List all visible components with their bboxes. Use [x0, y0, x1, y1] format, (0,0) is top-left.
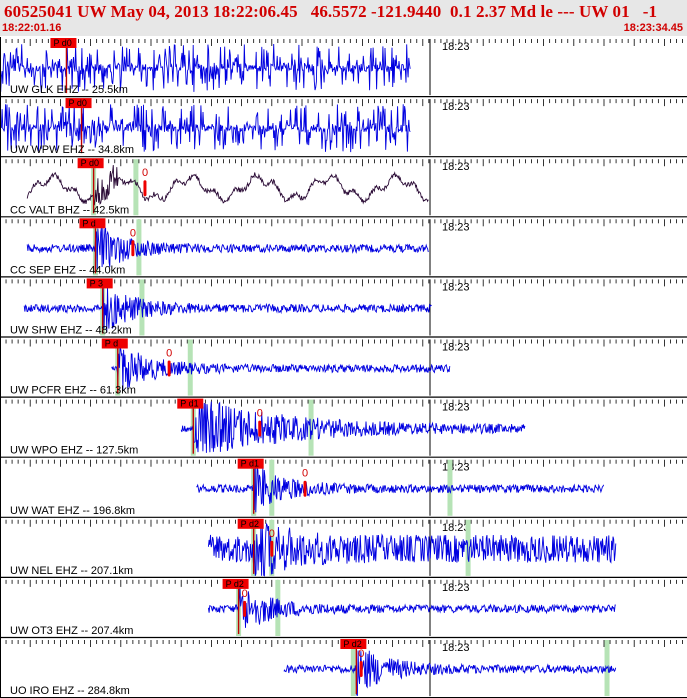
minute-label: 18:23: [442, 342, 470, 354]
s-pick-marker[interactable]: [131, 240, 135, 257]
minute-label: 18:23: [442, 582, 470, 594]
s-pick-label: 0: [130, 227, 136, 239]
station-label: UW NEL EHZ -- 207.1km: [10, 565, 133, 577]
minute-label: 18:23: [442, 41, 470, 53]
station-label: UW OT3 EHZ -- 207.4km: [10, 625, 133, 637]
p-pick-label: P d0: [81, 158, 99, 168]
seismogram-plot[interactable]: 18:23P d0UW GLK EHZ -- 25.5km18:23P d0UW…: [0, 37, 687, 698]
s-pick-marker[interactable]: [243, 600, 247, 617]
minute-label: 18:23: [442, 161, 470, 173]
p-pick-label: P d0: [69, 98, 87, 108]
station-label: UW WAT EHZ -- 196.8km: [10, 505, 135, 517]
trace-row[interactable]: 18:23P d20UW OT3 EHZ -- 207.4km: [0, 578, 687, 639]
trace-row[interactable]: 18:23 P d2 0 UW NEL EHZ -- 207.1km: [0, 518, 687, 579]
s-pick-label: 0: [242, 588, 248, 600]
trace-row[interactable]: 18:23 P d0 UW WPW EHZ -- 34.8km: [0, 98, 687, 158]
p-pick-label: P 3: [90, 278, 103, 288]
s-pick-marker[interactable]: [258, 420, 262, 437]
trace-row[interactable]: 18:23 P d1 0 UW WAT EHZ -- 196.8km: [0, 458, 687, 518]
p-pick-label: P d: [82, 218, 95, 228]
arrival-band: [133, 159, 139, 216]
s-pick-marker[interactable]: [143, 180, 147, 197]
station-label: UW WPO EHZ -- 127.5km: [10, 445, 138, 457]
p-pick-label: P d2: [241, 519, 259, 529]
s-pick-marker[interactable]: [303, 480, 307, 497]
minute-label: 18:23: [442, 402, 470, 414]
waveform-trace[interactable]: [111, 346, 451, 391]
station-label: UW WPW EHZ -- 34.8km: [10, 144, 134, 156]
minute-label: 18:23: [442, 522, 470, 534]
s-pick-marker[interactable]: [167, 360, 171, 377]
minute-label: 18:23: [442, 101, 470, 113]
p-pick-label: P d1: [241, 459, 259, 469]
minute-label: 18:23: [442, 642, 470, 654]
trace-row[interactable]: 18:23P d20UO IRO EHZ -- 284.8km: [0, 639, 687, 698]
s-pick-label: 0: [302, 468, 308, 480]
station-label: CC SEP EHZ -- 44.0km: [10, 264, 125, 276]
s-pick-label: 0: [166, 348, 172, 360]
minute-label: 18:23: [442, 281, 470, 293]
station-label: UW SHW EHZ -- 48.2km: [10, 325, 132, 337]
waveform-trace[interactable]: [26, 165, 429, 206]
station-label: UW PCFR EHZ -- 61.3km: [10, 385, 136, 397]
waveform-trace[interactable]: [196, 462, 605, 513]
s-pick-label: 0: [257, 408, 263, 420]
s-pick-marker[interactable]: [270, 540, 274, 557]
p-pick-label: P d0: [53, 38, 71, 48]
p-pick-label: P d: [105, 339, 118, 349]
waveform-trace[interactable]: [180, 401, 526, 453]
s-pick-marker[interactable]: [359, 661, 363, 677]
trace-row[interactable]: 18:23 P d0 UW GLK EHZ -- 25.5km: [0, 38, 687, 98]
s-pick-label: 0: [358, 648, 364, 660]
s-pick-label: 0: [269, 528, 275, 540]
station-label: CC VALT BHZ -- 42.5km: [10, 204, 129, 216]
station-label: UO IRO EHZ -- 284.8km: [10, 685, 130, 697]
window-end-time: 18:23:34.45: [623, 22, 683, 34]
event-title: 60525041 UW May 04, 2013 18:22:06.45 46.…: [4, 2, 658, 21]
waveform-trace[interactable]: [26, 227, 429, 269]
event-header: 60525041 UW May 04, 2013 18:22:06.45 46.…: [0, 0, 687, 36]
minute-label: 18:23: [442, 221, 470, 233]
trace-row[interactable]: 18:23 P d 0 CC SEP EHZ -- 44.0km: [0, 218, 687, 278]
trace-row[interactable]: 18:23 P d 0 UW PCFR EHZ -- 61.3km: [0, 338, 687, 398]
trace-row[interactable]: 18:23 P 3 UW SHW EHZ -- 48.2km: [0, 278, 687, 338]
trace-row[interactable]: 18:23 P d0 0 CC VALT BHZ -- 42.5km: [0, 158, 687, 218]
station-label: UW GLK EHZ -- 25.5km: [10, 84, 128, 96]
minute-label: 18:23: [442, 462, 470, 474]
s-pick-label: 0: [142, 167, 148, 179]
waveform-trace[interactable]: [207, 586, 616, 628]
window-start-time: 18:22:01.16: [2, 22, 62, 34]
waveform-trace[interactable]: [283, 650, 617, 697]
p-pick-label: P d1: [180, 399, 198, 409]
trace-row[interactable]: 18:23 P d1 0 UW WPO EHZ -- 127.5km: [0, 398, 687, 458]
